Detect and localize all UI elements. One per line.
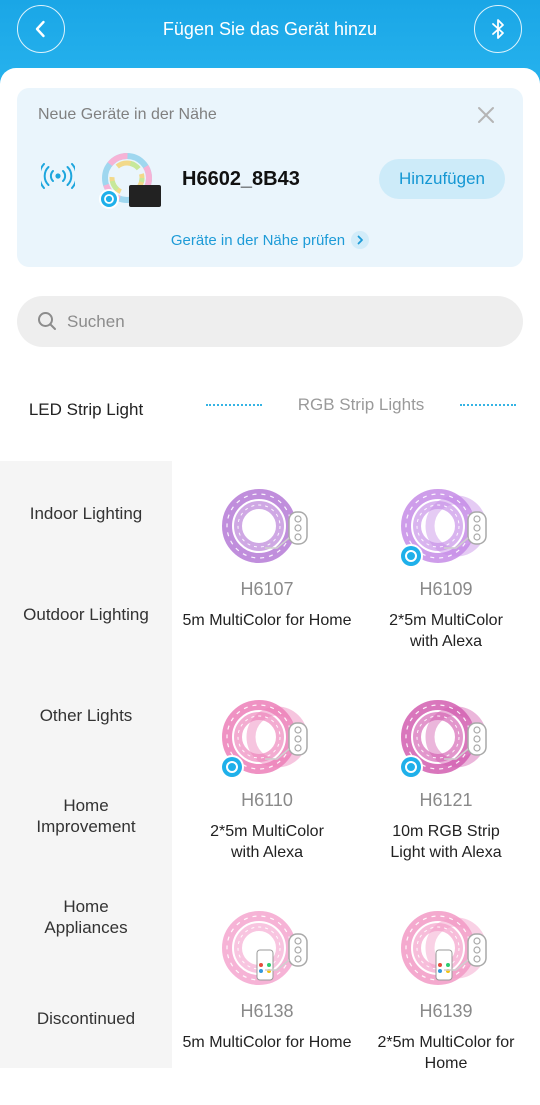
product-code: H6139	[419, 1001, 473, 1021]
check-nearby-label: Geräte in der Nähe prüfen	[170, 232, 346, 249]
product-image	[222, 911, 308, 985]
product-card[interactable]: H6109 2*5m MultiColor with Alexa	[356, 488, 536, 652]
product-card[interactable]: H6110 2*5m MultiColor with Alexa	[177, 699, 357, 863]
search-input[interactable]	[67, 296, 487, 347]
sidebar-item-home-appliances[interactable]: Home Appliances	[0, 896, 172, 938]
product-code: H6107	[240, 579, 294, 599]
search-bar[interactable]	[17, 296, 523, 347]
close-icon[interactable]	[475, 104, 497, 126]
sidebar-item-other-lights[interactable]: Other Lights	[0, 705, 172, 726]
bluetooth-icon	[492, 19, 504, 39]
product-image	[222, 489, 308, 563]
product-card[interactable]: H6138 5m MultiColor for Home	[177, 910, 357, 1053]
product-card[interactable]: H6121 10m RGB Strip Light with Alexa	[356, 699, 536, 863]
product-name: 5m MultiColor for Home	[182, 612, 352, 629]
product-image	[399, 700, 487, 779]
product-name: 5m MultiColor for Home	[182, 1034, 352, 1051]
alexa-icon	[399, 755, 423, 779]
product-code: H6109	[419, 579, 473, 599]
device-thumbnail	[99, 153, 161, 209]
sidebar-item-home-improvement[interactable]: Home Improvement	[0, 795, 172, 837]
nearby-title: Neue Geräte in der Nähe	[38, 106, 217, 123]
divider-dots-left	[206, 404, 262, 406]
nearby-device-name: H6602_8B43	[182, 168, 300, 190]
alexa-icon	[220, 755, 244, 779]
product-image	[399, 489, 487, 568]
main-category-label[interactable]: LED Strip Light	[0, 400, 172, 420]
product-card[interactable]: H6139 2*5m MultiColor for Home	[356, 910, 536, 1074]
category-sidebar: Indoor Lighting Outdoor Lighting Other L…	[0, 461, 172, 1068]
alexa-icon	[399, 544, 423, 568]
sidebar-item-indoor-lighting[interactable]: Indoor Lighting	[0, 503, 172, 524]
product-image	[401, 911, 487, 985]
bluetooth-button[interactable]	[474, 5, 522, 53]
chevron-right-icon	[351, 231, 370, 250]
page-title: Fügen Sie das Gerät hinzu	[162, 19, 378, 39]
nearby-devices-card: Neue Geräte in der Nähe H6602_8B43 Hinzu…	[17, 88, 523, 267]
sidebar-item-discontinued[interactable]: Discontinued	[0, 1008, 172, 1029]
product-name: 2*5m MultiColor with Alexa	[210, 823, 324, 861]
sidebar-item-outdoor-lighting[interactable]: Outdoor Lighting	[0, 604, 172, 625]
add-device-button[interactable]: Hinzufügen	[379, 159, 505, 199]
product-name: 10m RGB Strip Light with Alexa	[390, 823, 502, 861]
search-icon	[38, 312, 56, 330]
subcategory-label[interactable]: RGB Strip Lights	[270, 395, 452, 415]
product-code: H6138	[240, 1001, 294, 1021]
signal-icon	[41, 163, 75, 189]
product-code: H6110	[241, 790, 293, 810]
product-card[interactable]: H6107 5m MultiColor for Home	[177, 488, 357, 631]
product-name: 2*5m MultiColor with Alexa	[389, 612, 503, 650]
check-nearby-link[interactable]: Geräte in der Nähe prüfen	[17, 231, 523, 250]
product-code: H6121	[419, 790, 473, 810]
divider-dots-right	[460, 404, 516, 406]
product-name: 2*5m MultiColor for Home	[377, 1034, 515, 1072]
product-image	[220, 700, 308, 779]
